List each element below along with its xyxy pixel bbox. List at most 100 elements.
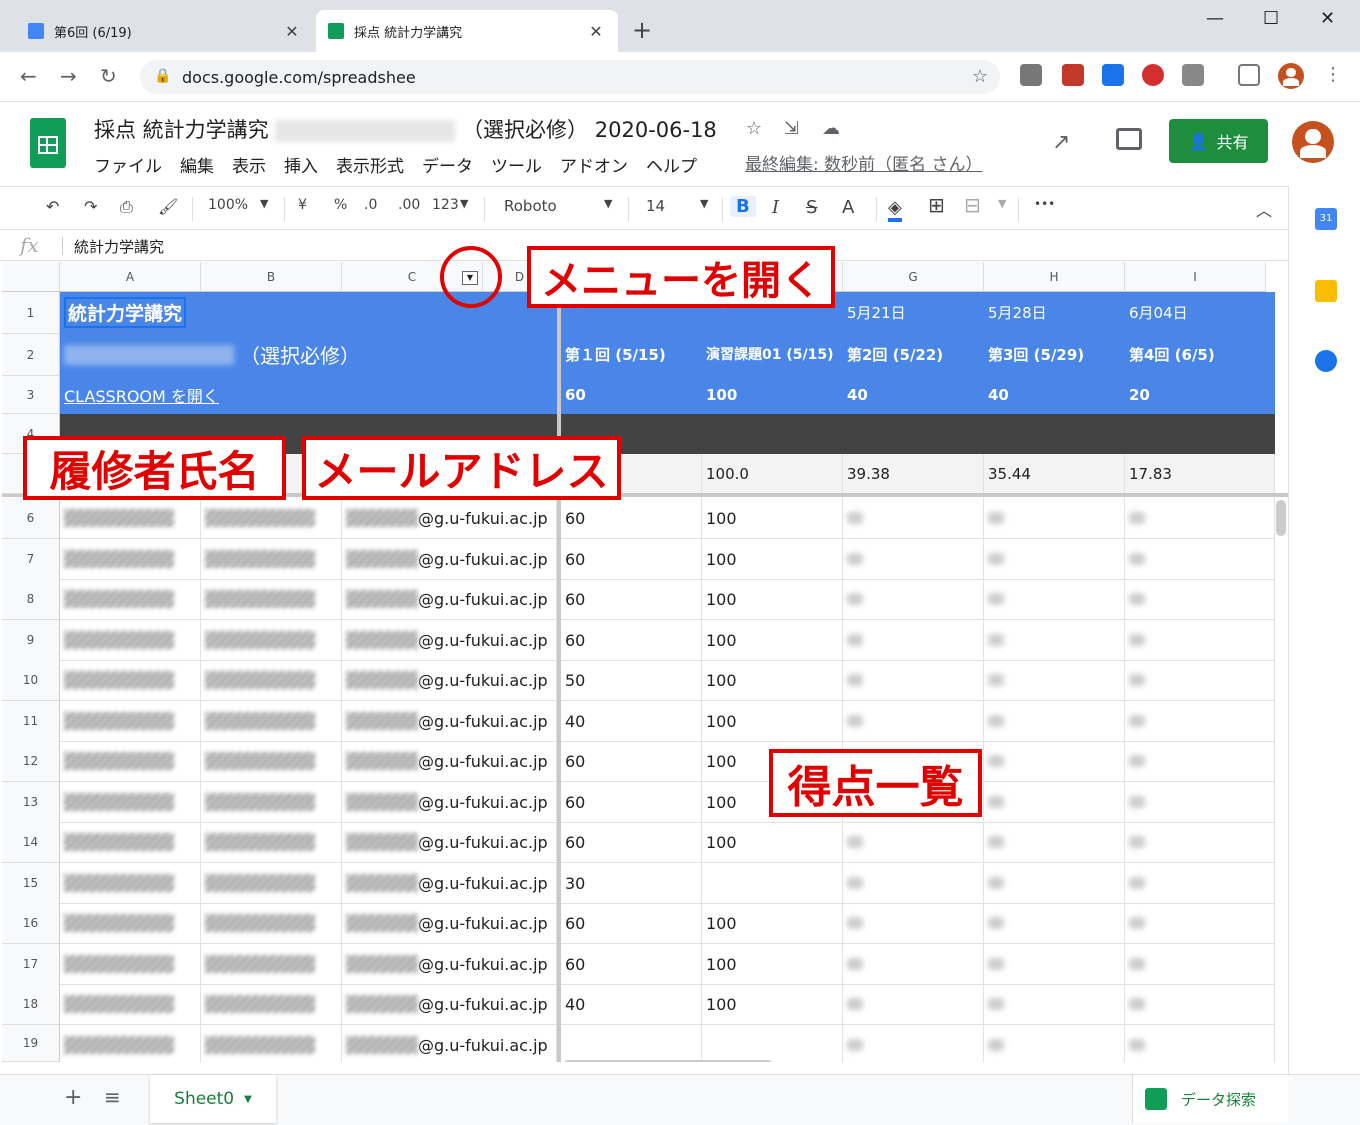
score-cell-i[interactable]: [1125, 863, 1275, 904]
score-cell-e[interactable]: 40: [561, 984, 702, 1025]
browser-tab-inactive[interactable]: 第6回 (6/19) ✕: [16, 10, 314, 52]
score-cell-h[interactable]: [984, 984, 1125, 1025]
menu-tools[interactable]: ツール: [491, 152, 542, 177]
score-cell-h[interactable]: [984, 822, 1125, 863]
student-name-cell[interactable]: [60, 741, 201, 782]
score-cell-h[interactable]: [984, 498, 1125, 539]
font-family-select[interactable]: Roboto: [504, 197, 557, 215]
move-folder-icon[interactable]: ⇲: [784, 118, 799, 139]
score-cell-f[interactable]: 100: [702, 984, 843, 1025]
cell-i5[interactable]: 17.83: [1125, 454, 1275, 494]
corner-select-all[interactable]: [2, 262, 60, 292]
tasks-icon[interactable]: [1315, 350, 1337, 372]
font-size-select[interactable]: 14: [646, 197, 665, 215]
maximize-button[interactable]: ☐: [1263, 8, 1279, 29]
column-header-g[interactable]: G: [843, 262, 984, 292]
row-header[interactable]: 8: [2, 579, 60, 620]
drive-extension-icon[interactable]: [1020, 64, 1042, 86]
score-cell-e[interactable]: 50: [561, 660, 702, 701]
row-header[interactable]: 1: [2, 292, 60, 334]
score-cell-e[interactable]: 60: [561, 782, 702, 823]
student-name-cell[interactable]: [60, 1025, 201, 1062]
student-email-cell[interactable]: @g.u-fukui.ac.jp: [342, 741, 557, 782]
student-email-cell[interactable]: @g.u-fukui.ac.jp: [342, 660, 557, 701]
student-firstname-cell[interactable]: [201, 822, 342, 863]
score-cell-i[interactable]: [1125, 984, 1275, 1025]
score-cell-g[interactable]: [843, 984, 984, 1025]
student-firstname-cell[interactable]: [201, 782, 342, 823]
chevron-down-icon[interactable]: ▼: [260, 197, 268, 210]
activity-trend-icon[interactable]: ↗: [1052, 130, 1070, 155]
browser-tab-active[interactable]: 採点 統計力学講究 ✕: [316, 10, 618, 52]
score-cell-g[interactable]: [843, 620, 984, 661]
score-cell-e[interactable]: 60: [561, 539, 702, 580]
close-window-button[interactable]: ✕: [1320, 8, 1335, 29]
explore-button[interactable]: データ探索: [1132, 1075, 1288, 1123]
score-cell-f[interactable]: 100: [702, 539, 843, 580]
score-cell-i[interactable]: [1125, 539, 1275, 580]
menu-insert[interactable]: 挿入: [284, 152, 318, 177]
score-cell-e[interactable]: 60: [561, 903, 702, 944]
cell-g5[interactable]: 39.38: [843, 454, 984, 494]
student-firstname-cell[interactable]: [201, 984, 342, 1025]
cell-g3[interactable]: 40: [843, 376, 984, 414]
score-cell-i[interactable]: [1125, 701, 1275, 742]
student-name-cell[interactable]: [60, 782, 201, 823]
borders-icon[interactable]: ⊞: [928, 193, 945, 217]
score-cell-f[interactable]: 100: [702, 903, 843, 944]
score-cell-h[interactable]: [984, 539, 1125, 580]
bookmark-star-icon[interactable]: ☆: [972, 66, 988, 87]
decrease-decimal-button[interactable]: .0: [364, 197, 377, 213]
score-cell-g[interactable]: [843, 903, 984, 944]
score-cell-g[interactable]: [843, 822, 984, 863]
spreadsheet-grid[interactable]: A B C D E F G H I ▼ 統計力学講究 5月14日 5月20日 5…: [2, 262, 1288, 1062]
column-header-a[interactable]: A: [60, 262, 201, 292]
student-email-cell[interactable]: @g.u-fukui.ac.jp: [342, 498, 557, 539]
cell-i1[interactable]: 6月04日: [1125, 292, 1275, 334]
bold-button[interactable]: B: [730, 196, 756, 217]
browser-menu-icon[interactable]: ⋮: [1324, 64, 1342, 85]
row-header[interactable]: 15: [2, 863, 60, 904]
score-cell-g[interactable]: [843, 863, 984, 904]
lock-extension-icon[interactable]: [1102, 64, 1124, 86]
cast-icon[interactable]: [1238, 64, 1260, 86]
score-cell-g[interactable]: [843, 944, 984, 985]
row-header[interactable]: 17: [2, 944, 60, 985]
reload-icon[interactable]: ↻: [100, 64, 117, 88]
score-cell-e[interactable]: 60: [561, 741, 702, 782]
score-cell-f[interactable]: [702, 863, 843, 904]
merge-cells-icon[interactable]: ⊟: [964, 193, 981, 217]
student-name-cell[interactable]: [60, 944, 201, 985]
student-firstname-cell[interactable]: [201, 660, 342, 701]
cell-f5[interactable]: 100.0: [702, 454, 843, 494]
add-sheet-icon[interactable]: +: [64, 1085, 82, 1110]
score-cell-g[interactable]: [843, 498, 984, 539]
student-name-cell[interactable]: [60, 863, 201, 904]
score-cell-f[interactable]: 100: [702, 701, 843, 742]
score-cell-i[interactable]: [1125, 620, 1275, 661]
menu-data[interactable]: データ: [422, 152, 473, 177]
cell-a3[interactable]: CLASSROOM を開く: [60, 376, 557, 414]
score-cell-g[interactable]: [843, 579, 984, 620]
score-cell-e[interactable]: 60: [561, 579, 702, 620]
paint-format-icon[interactable]: 🖌: [158, 197, 178, 216]
score-cell-i[interactable]: [1125, 579, 1275, 620]
keep-icon[interactable]: [1315, 280, 1337, 302]
student-name-cell[interactable]: [60, 660, 201, 701]
column-header-b[interactable]: B: [201, 262, 342, 292]
student-email-cell[interactable]: @g.u-fukui.ac.jp: [342, 944, 557, 985]
score-cell-i[interactable]: [1125, 498, 1275, 539]
score-cell-e[interactable]: 40: [561, 701, 702, 742]
cell-a2[interactable]: （選択必修）: [60, 334, 557, 376]
score-cell-h[interactable]: [984, 579, 1125, 620]
classroom-link[interactable]: CLASSROOM を開く: [64, 383, 219, 407]
currency-format-button[interactable]: ¥: [298, 197, 307, 213]
score-cell-i[interactable]: [1125, 822, 1275, 863]
student-name-cell[interactable]: [60, 822, 201, 863]
document-title[interactable]: 採点 統計力学講究 （選択必修） 2020-06-18: [94, 114, 717, 144]
score-cell-e[interactable]: 60: [561, 498, 702, 539]
score-cell-h[interactable]: [984, 701, 1125, 742]
undo-icon[interactable]: ↶: [46, 197, 59, 216]
student-name-cell[interactable]: [60, 701, 201, 742]
menu-addons[interactable]: アドオン: [560, 152, 628, 177]
